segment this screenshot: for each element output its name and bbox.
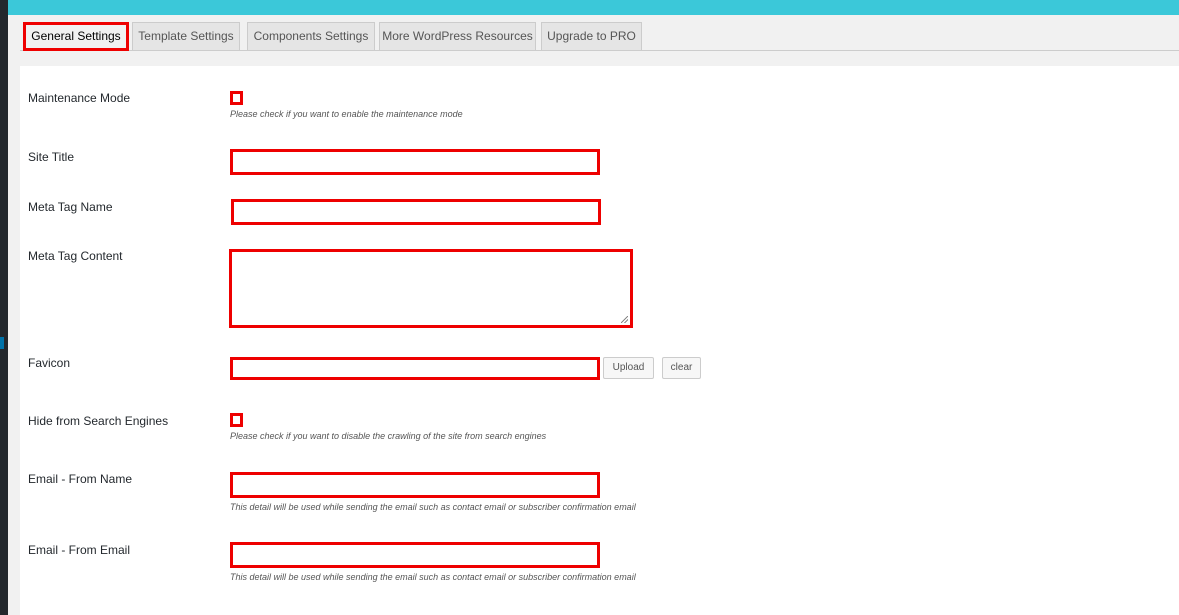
hide-search-engines-label: Hide from Search Engines xyxy=(28,414,169,428)
email-from-email-label: Email - From Email xyxy=(28,543,131,557)
favicon-upload-button[interactable]: Upload xyxy=(603,357,654,379)
email-from-name-description: This detail will be used while sending t… xyxy=(230,502,636,512)
settings-tabs: General Settings Template Settings Compo… xyxy=(20,22,1179,51)
top-color-bar xyxy=(8,0,1179,15)
favicon-clear-button[interactable]: clear xyxy=(662,357,701,379)
tab-upgrade-to-pro[interactable]: Upgrade to PRO xyxy=(541,22,642,50)
tab-more-wordpress-resources[interactable]: More WordPress Resources xyxy=(379,22,536,50)
maintenance-mode-label: Maintenance Mode xyxy=(28,91,131,105)
hide-search-engines-checkbox[interactable] xyxy=(230,413,243,427)
email-from-email-description: This detail will be used while sending t… xyxy=(230,572,636,582)
meta-tag-content-textarea[interactable] xyxy=(229,249,633,328)
settings-form: Maintenance Mode Please check if you wan… xyxy=(20,66,1179,615)
site-title-label: Site Title xyxy=(28,150,75,164)
email-from-name-label: Email - From Name xyxy=(28,472,133,486)
admin-sidebar-strip xyxy=(0,0,8,615)
sidebar-active-marker xyxy=(0,337,4,349)
meta-tag-content-label: Meta Tag Content xyxy=(28,249,123,263)
tab-general-settings[interactable]: General Settings xyxy=(23,22,129,51)
textarea-resize-handle[interactable] xyxy=(621,316,628,323)
maintenance-mode-checkbox[interactable] xyxy=(230,91,243,105)
tab-components-settings[interactable]: Components Settings xyxy=(247,22,375,50)
maintenance-mode-description: Please check if you want to enable the m… xyxy=(230,109,463,119)
favicon-input[interactable] xyxy=(230,357,600,380)
hide-search-engines-description: Please check if you want to disable the … xyxy=(230,431,547,441)
email-from-name-input[interactable] xyxy=(230,472,600,498)
meta-tag-name-input[interactable] xyxy=(231,199,601,225)
site-title-input[interactable] xyxy=(230,149,600,175)
meta-tag-name-label: Meta Tag Name xyxy=(28,200,113,214)
tab-template-settings[interactable]: Template Settings xyxy=(132,22,240,50)
email-from-email-input[interactable] xyxy=(230,542,600,568)
favicon-label: Favicon xyxy=(28,356,71,370)
